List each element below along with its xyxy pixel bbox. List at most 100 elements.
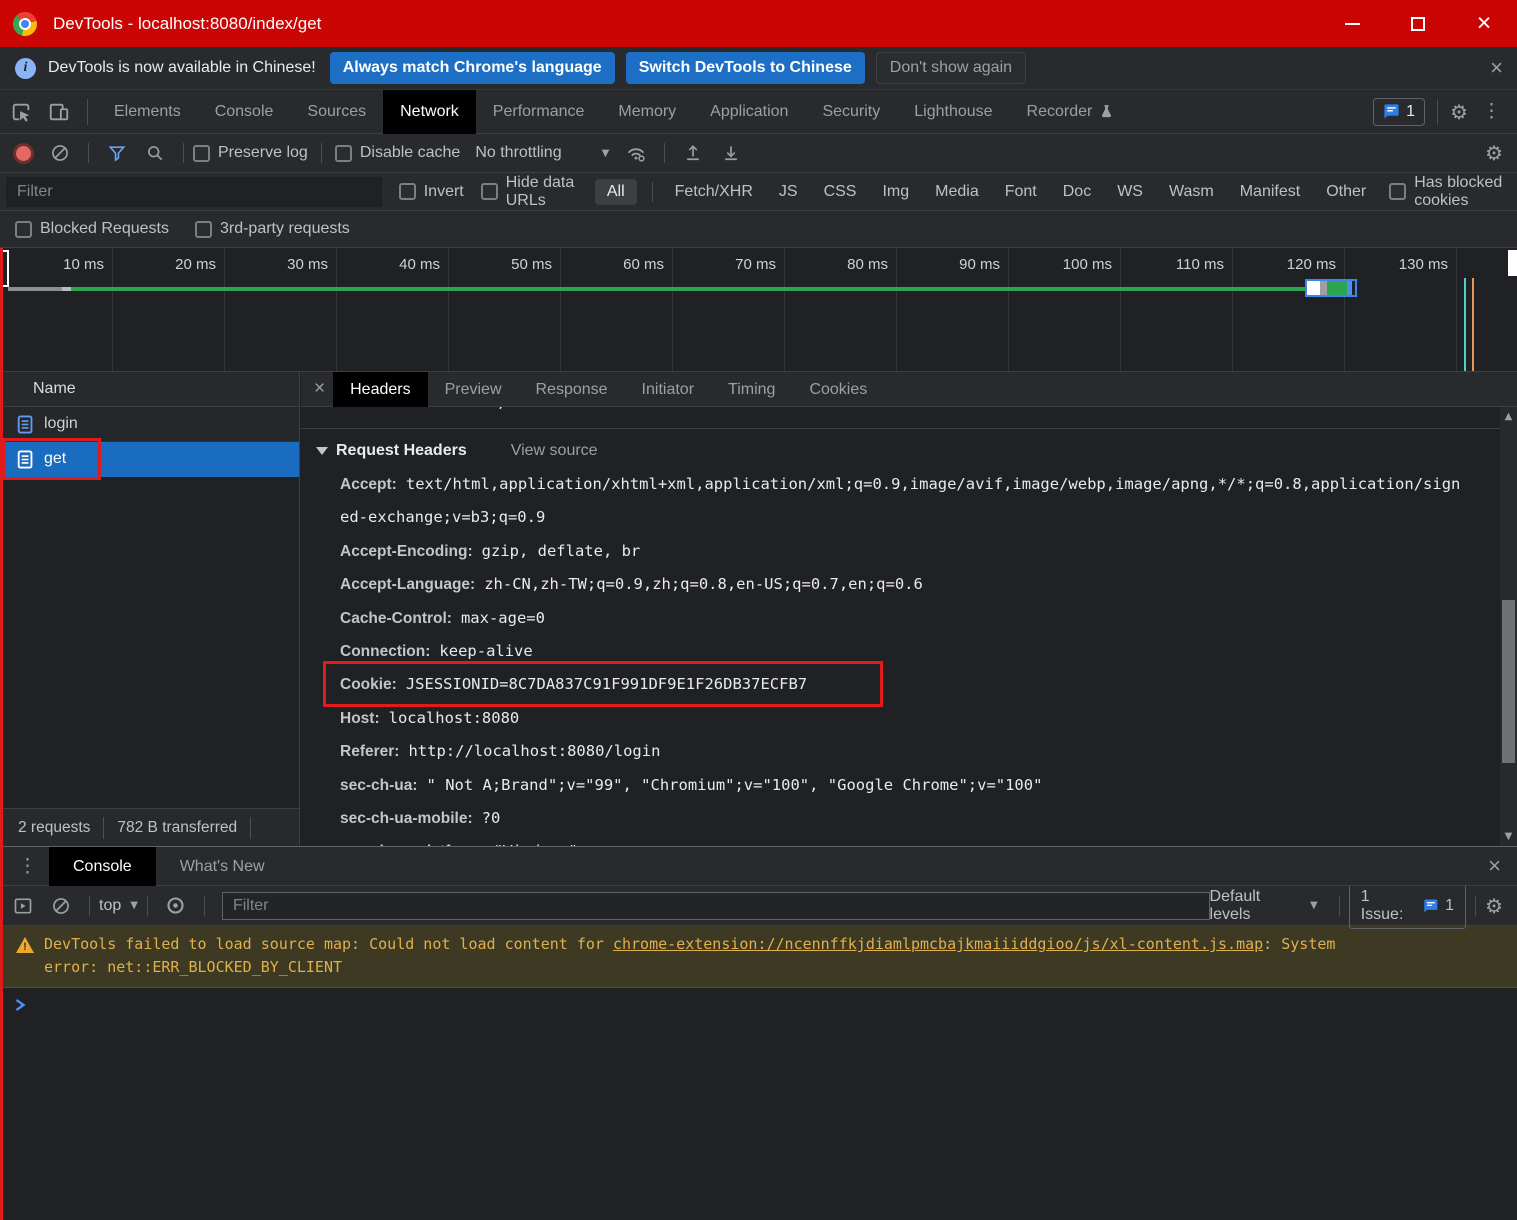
third-party-label: 3rd-party requests xyxy=(219,220,350,237)
drawer-close-icon[interactable]: × xyxy=(1488,853,1501,879)
details-close-icon[interactable]: × xyxy=(314,378,325,400)
scroll-down-icon[interactable]: ▼ xyxy=(1500,831,1517,842)
filter-type-all[interactable]: All xyxy=(594,178,637,205)
has-blocked-cookies-checkbox[interactable] xyxy=(1389,183,1407,200)
window-title: DevTools - localhost:8080/index/get xyxy=(53,13,322,33)
drawer-menu-icon[interactable]: ⋮ xyxy=(18,855,37,878)
tab-elements[interactable]: Elements xyxy=(97,90,198,134)
tick-label: 70 ms xyxy=(735,256,776,273)
log-levels-select[interactable]: Default levels xyxy=(1210,888,1304,924)
drawer-tab-whats-new[interactable]: What's New xyxy=(156,847,289,886)
tab-response[interactable]: Response xyxy=(519,372,625,407)
disable-cache-checkbox[interactable] xyxy=(334,144,352,162)
console-filter-input[interactable] xyxy=(221,891,1210,920)
invert-checkbox[interactable] xyxy=(398,183,416,200)
filter-type-other[interactable]: Other xyxy=(1326,183,1366,201)
header-value: http://localhost:8080/login xyxy=(408,742,661,761)
details-tabbar: × Headers Preview Response Initiator Tim… xyxy=(301,371,1517,407)
console-prompt[interactable] xyxy=(0,988,1517,1012)
close-button[interactable]: × xyxy=(1451,0,1517,47)
header-name: Cache-Control: xyxy=(340,609,452,627)
network-conditions-icon[interactable] xyxy=(625,142,647,164)
request-row-get[interactable]: get xyxy=(0,438,299,480)
details-scrollbar[interactable]: ▲ ▼ xyxy=(1500,407,1517,846)
scrollbar-thumb[interactable] xyxy=(1502,600,1515,763)
disclosure-triangle-icon xyxy=(316,447,328,455)
filter-funnel-icon[interactable] xyxy=(106,142,128,164)
issues-button[interactable]: 1 Issue: 1 xyxy=(1348,882,1467,929)
network-filter-row: Invert Hide data URLs All Fetch/XHR JS C… xyxy=(0,173,1517,211)
tab-cookies[interactable]: Cookies xyxy=(792,372,884,407)
tab-performance[interactable]: Performance xyxy=(476,90,602,134)
switch-devtools-button[interactable]: Switch DevTools to Chinese xyxy=(625,52,865,84)
console-settings-gear-icon[interactable]: ⚙ xyxy=(1485,894,1503,918)
dont-show-again-button[interactable]: Don't show again xyxy=(875,52,1027,84)
third-party-checkbox[interactable] xyxy=(194,220,212,238)
requests-count: 2 requests xyxy=(18,818,91,836)
filter-type-img[interactable]: Img xyxy=(882,183,909,201)
drawer-tab-console[interactable]: Console xyxy=(49,846,156,886)
filter-type-fetch-xhr[interactable]: Fetch/XHR xyxy=(675,183,753,201)
tab-sources[interactable]: Sources xyxy=(290,90,383,134)
filter-type-wasm[interactable]: Wasm xyxy=(1169,183,1214,201)
tab-network[interactable]: Network xyxy=(383,89,476,134)
context-selector[interactable]: top xyxy=(99,897,121,915)
blocked-requests-checkbox[interactable] xyxy=(15,220,32,238)
filter-type-js[interactable]: JS xyxy=(779,183,798,201)
filter-type-ws[interactable]: WS xyxy=(1117,183,1143,201)
settings-gear-icon[interactable]: ⚙ xyxy=(1450,100,1468,124)
preserve-log-checkbox[interactable] xyxy=(193,144,210,162)
context-caret-icon: ▼ xyxy=(130,900,138,911)
more-options-icon[interactable]: ⋮ xyxy=(1482,100,1501,123)
tab-lighthouse[interactable]: Lighthouse xyxy=(897,90,1009,134)
network-settings-gear-icon[interactable]: ⚙ xyxy=(1485,141,1503,165)
hide-data-urls-checkbox[interactable] xyxy=(480,183,498,200)
console-sidebar-icon[interactable] xyxy=(12,895,34,917)
view-source-link[interactable]: View source xyxy=(511,442,598,460)
filter-type-font[interactable]: Font xyxy=(1005,183,1037,201)
header-value: 1; mode=block xyxy=(487,407,612,411)
tab-headers[interactable]: Headers xyxy=(333,371,428,407)
request-headers-section[interactable]: Request Headers View source xyxy=(301,429,1500,468)
tick-label: 120 ms xyxy=(1286,256,1336,273)
maximize-button[interactable] xyxy=(1385,0,1451,47)
import-har-icon[interactable] xyxy=(682,142,704,164)
tab-timing[interactable]: Timing xyxy=(711,372,792,407)
throttling-select[interactable]: No throttling xyxy=(475,144,561,162)
device-toolbar-icon[interactable] xyxy=(48,101,70,123)
clear-console-icon[interactable] xyxy=(50,895,72,917)
tab-application[interactable]: Application xyxy=(693,90,805,134)
request-name: get xyxy=(44,450,67,467)
notifications-button[interactable]: 1 xyxy=(1373,97,1426,126)
search-icon[interactable] xyxy=(144,142,166,164)
filter-type-css[interactable]: CSS xyxy=(824,183,857,201)
header-value: max-age=0 xyxy=(460,608,545,627)
tab-console[interactable]: Console xyxy=(198,90,291,134)
live-expression-eye-icon[interactable] xyxy=(165,895,187,917)
inspect-element-icon[interactable] xyxy=(10,101,32,123)
filter-type-media[interactable]: Media xyxy=(935,183,979,201)
filter-type-manifest[interactable]: Manifest xyxy=(1240,183,1300,201)
minimize-button[interactable] xyxy=(1319,0,1385,47)
tab-security[interactable]: Security xyxy=(805,90,897,134)
tab-initiator[interactable]: Initiator xyxy=(625,372,711,407)
issue-count: 1 xyxy=(1445,896,1455,914)
request-row-login[interactable]: login xyxy=(0,407,299,442)
overview-right-grip[interactable] xyxy=(1508,250,1517,276)
clear-icon[interactable] xyxy=(49,142,71,164)
source-map-link[interactable]: chrome-extension://ncennffkjdiamlpmcbajk… xyxy=(613,935,1263,953)
scroll-up-icon[interactable]: ▲ xyxy=(1500,411,1517,422)
tab-recorder[interactable]: Recorder xyxy=(1010,90,1133,134)
record-button[interactable] xyxy=(16,145,31,161)
headers-content: X-XSS-Protection: 1; mode=block Request H… xyxy=(301,407,1500,846)
match-language-button[interactable]: Always match Chrome's language xyxy=(329,52,615,84)
header-name: Accept: xyxy=(340,476,397,493)
network-filter-input[interactable] xyxy=(6,176,382,207)
tab-memory[interactable]: Memory xyxy=(601,90,693,134)
export-har-icon[interactable] xyxy=(720,142,742,164)
devtools-tabbar: Elements Console Sources Network Perform… xyxy=(0,89,1517,134)
name-column-header[interactable]: Name xyxy=(0,372,299,407)
tab-preview[interactable]: Preview xyxy=(428,372,519,407)
filter-type-doc[interactable]: Doc xyxy=(1063,183,1091,201)
infobar-close-icon[interactable]: × xyxy=(1490,55,1503,81)
